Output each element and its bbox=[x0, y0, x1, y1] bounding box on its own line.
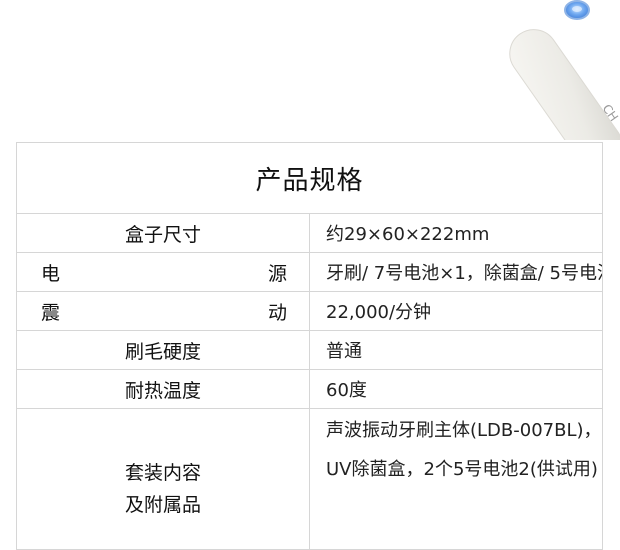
row-value: 牙刷/ 7号电池×1，除菌盒/ 5号电池×2 bbox=[309, 252, 603, 292]
row-value-line: 声波振动牙刷主体(LDB-007BL)，牙刷头， bbox=[326, 420, 602, 441]
row-label-char: 源 bbox=[267, 262, 287, 285]
row-label-line: 及附属品 bbox=[124, 494, 201, 516]
table-row: 耐热温度 60度 bbox=[16, 369, 603, 409]
spec-title: 产品规格 bbox=[16, 142, 603, 214]
row-label-char: 动 bbox=[267, 301, 287, 324]
row-label: 刷毛硬度 bbox=[16, 330, 310, 370]
row-label: 套装内容 及附属品 bbox=[16, 408, 310, 550]
table-row: 盒子尺寸 约29×60×222mm bbox=[16, 213, 603, 253]
row-label-line: 套装内容 bbox=[124, 462, 201, 484]
spec-table: 产品规格 盒子尺寸 约29×60×222mm 电 源 牙刷/ 7号电池×1，除菌… bbox=[16, 142, 603, 550]
product-photo: CH bbox=[460, 0, 620, 140]
toothbrush-illustration: CH bbox=[509, 0, 620, 140]
row-label-char: 电 bbox=[41, 262, 61, 285]
row-value: 声波振动牙刷主体(LDB-007BL)，牙刷头， UV除菌盒，2个5号电池2(供… bbox=[309, 408, 603, 550]
row-label: 震 动 bbox=[16, 291, 310, 331]
row-label-char: 震 bbox=[41, 301, 61, 324]
row-value: 约29×60×222mm bbox=[309, 213, 603, 253]
row-value: 普通 bbox=[309, 330, 603, 370]
row-label: 耐热温度 bbox=[16, 369, 310, 409]
row-value-line: UV除菌盒，2个5号电池2(供试用)（1日2次、 bbox=[326, 459, 602, 480]
table-row: 刷毛硬度 普通 bbox=[16, 330, 603, 370]
table-row: 电 源 牙刷/ 7号电池×1，除菌盒/ 5号电池×2 bbox=[16, 252, 603, 292]
row-value: 60度 bbox=[309, 369, 603, 409]
row-value: 22,000/分钟 bbox=[309, 291, 603, 331]
row-label: 盒子尺寸 bbox=[16, 213, 310, 253]
table-row: 震 动 22,000/分钟 bbox=[16, 291, 603, 331]
table-row: 套装内容 及附属品 声波振动牙刷主体(LDB-007BL)，牙刷头， UV除菌盒… bbox=[16, 408, 603, 550]
row-label: 电 源 bbox=[16, 252, 310, 292]
